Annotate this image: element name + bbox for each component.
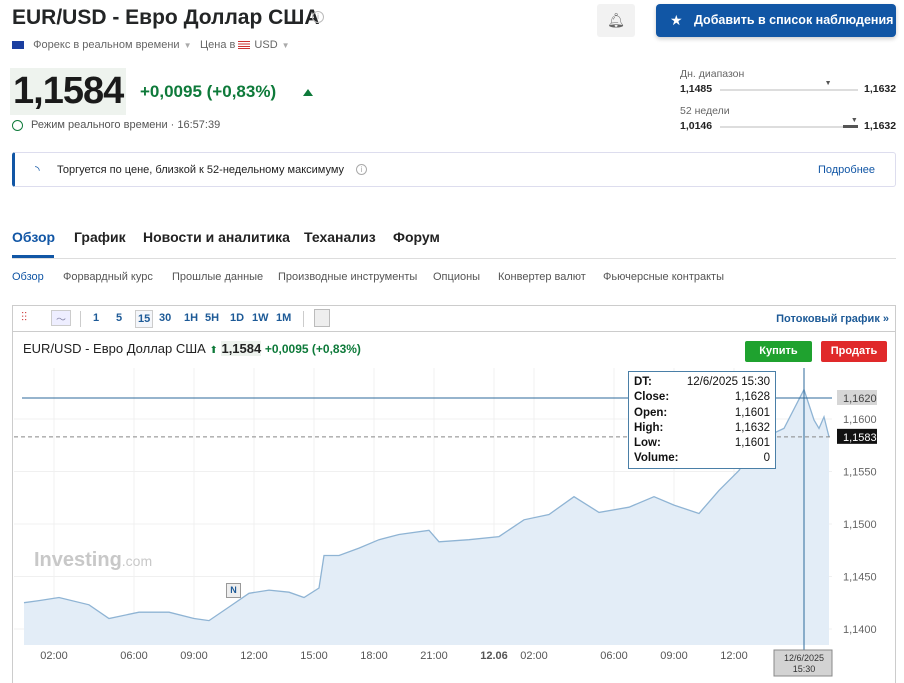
x-tick-label: 21:00 xyxy=(420,650,448,662)
x-tick-label: 18:00 xyxy=(360,650,388,662)
x-tick-label: 06:00 xyxy=(120,650,148,662)
tooltip-open: 1,1601 xyxy=(734,406,770,419)
crosshair-value: 1,1620 xyxy=(843,393,877,405)
last-value: 1,1583 xyxy=(843,432,877,444)
x-tick-label: 12.06 xyxy=(480,650,508,662)
news-marker[interactable]: N xyxy=(226,583,241,598)
y-tick-label: 1,1500 xyxy=(843,519,877,531)
tooltip-high: 1,1632 xyxy=(734,421,770,434)
x-tick-label: 09:00 xyxy=(180,650,208,662)
x-tick-label: 02:00 xyxy=(40,650,68,662)
x-tick-label: 02:00 xyxy=(520,650,548,662)
price-chart[interactable]: 1,1400 1,1450 1,1500 1,1550 1,1600 02:00 06:00… xyxy=(0,0,904,683)
investing-watermark: Investing.com xyxy=(34,549,153,571)
tooltip-low: 1,1601 xyxy=(734,437,770,450)
cursor-date: 12/6/2025 xyxy=(784,653,824,663)
x-tick-label: 09:00 xyxy=(660,650,688,662)
tooltip-dt: 12/6/2025 15:30 xyxy=(686,376,770,388)
tooltip-volume: 0 xyxy=(763,452,770,465)
x-tick-label: 12:00 xyxy=(240,650,268,662)
x-tick-label: 15:00 xyxy=(300,650,328,662)
x-tick-label: 06:00 xyxy=(600,650,628,662)
x-tick-label: 12:00 xyxy=(720,650,748,662)
tooltip-close: 1,1628 xyxy=(734,391,770,404)
y-tick-label: 1,1600 xyxy=(843,414,877,426)
y-tick-label: 1,1550 xyxy=(843,467,877,479)
cursor-time: 15:30 xyxy=(793,664,816,674)
y-tick-label: 1,1450 xyxy=(843,572,877,584)
chart-tooltip: DT: 12/6/2025 15:30 Close: 1,1628 Open: 1,1… xyxy=(628,371,776,469)
y-tick-label: 1,1400 xyxy=(843,624,877,636)
